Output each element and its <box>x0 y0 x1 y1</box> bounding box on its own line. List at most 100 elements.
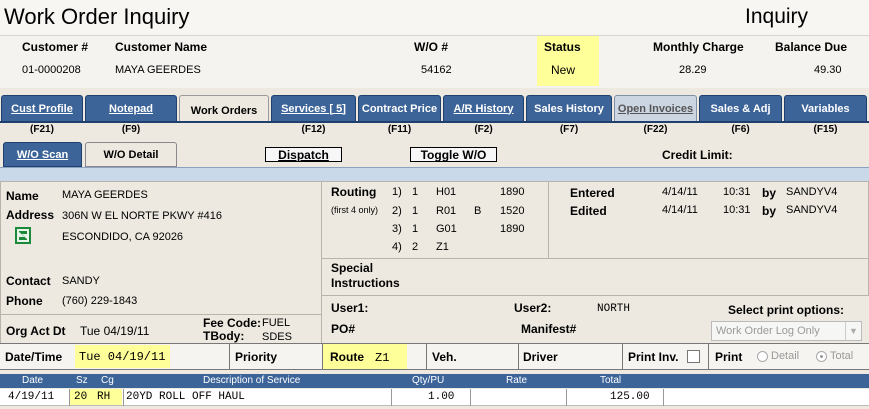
tab-contract-price[interactable]: Contract Price <box>358 95 441 122</box>
row-total: 125.00 <box>610 391 650 403</box>
fee-code-value: FUEL <box>262 317 291 329</box>
routing-row-2-flag: B <box>474 205 482 217</box>
dispatch-button[interactable]: Dispatch <box>265 147 342 162</box>
tab-services[interactable]: Services [ 5] <box>271 95 356 122</box>
monthly-charge-label: Monthly Charge <box>653 40 744 54</box>
print-label: Print <box>715 350 743 364</box>
fkey-notepad: (F9) <box>121 124 141 135</box>
user2-value: NORTH <box>597 303 631 315</box>
routing-row-3-num: 1890 <box>500 223 525 235</box>
fkey-sales-adj: (F6) <box>731 124 750 135</box>
routing-row-1-code: H01 <box>436 186 457 198</box>
subtab-wo-scan[interactable]: W/O Scan <box>3 142 82 167</box>
print-options-select[interactable]: Work Order Log Only ▼ <box>711 321 862 341</box>
col-sz[interactable]: Sz <box>76 375 88 386</box>
special-label: Special <box>331 261 374 275</box>
customer-number: 01-0000208 <box>22 64 81 76</box>
grid-header: Date Sz Cg Description of Service Qty/PU… <box>0 374 869 388</box>
fkey-ar-history: (F2) <box>474 124 493 135</box>
date-time-label: Date/Time <box>5 350 63 364</box>
entered-by-label: by <box>762 186 777 200</box>
mode-title: Inquiry <box>745 5 809 28</box>
row-date: 4/19/11 <box>8 391 55 403</box>
fkey-open-invoices: (F22) <box>643 124 668 135</box>
print-options-label: Select print options: <box>728 303 845 317</box>
toggle-wo-button[interactable]: Toggle W/O <box>410 147 497 162</box>
tab-open-invoices[interactable]: Open Invoices <box>614 95 697 122</box>
map-icon[interactable] <box>15 227 31 244</box>
print-options-value: Work Order Log Only <box>716 325 820 337</box>
edited-by-label: by <box>762 204 777 218</box>
tab-cust-profile[interactable]: Cust Profile <box>1 95 83 122</box>
col-date[interactable]: Date <box>22 375 43 386</box>
fkey-services: (F12) <box>301 124 326 135</box>
routing-row-2-code: R01 <box>436 205 457 217</box>
contact-label: Contact <box>6 274 51 288</box>
entered-by: SANDYV4 <box>786 186 838 198</box>
date-time-field[interactable]: Tue 04/19/11 <box>75 345 170 368</box>
customer-header: Customer # Customer Name W/O # Status Mo… <box>0 36 869 88</box>
routing-row-4-code: Z1 <box>436 241 449 253</box>
title-bar: Work Order Inquiry Inquiry <box>0 0 869 36</box>
routing-row-4-n: 4) <box>392 241 402 253</box>
routing-row-1-a: 1 <box>412 186 419 198</box>
divider <box>518 343 519 370</box>
tab-strip: Cust Profile Notepad Work Orders Service… <box>0 95 869 125</box>
total-radio[interactable] <box>816 351 827 362</box>
routing-label: Routing <box>331 185 377 199</box>
address-line2: ESCONDIDO, CA 92026 <box>62 231 184 243</box>
route-field[interactable]: Z1 <box>375 351 389 365</box>
customer-number-label: Customer # <box>22 40 89 54</box>
fkey-variables: (F15) <box>813 124 838 135</box>
edited-date: 4/14/11 <box>662 204 698 216</box>
org-act-value: Tue 04/19/11 <box>80 324 150 338</box>
divider <box>229 343 230 370</box>
divider <box>69 389 70 406</box>
divider <box>426 343 427 370</box>
routing-row-3-n: 3) <box>392 223 402 235</box>
fee-code-label: Fee Code: <box>203 316 262 330</box>
tab-sales-adj[interactable]: Sales & Adj <box>699 95 782 122</box>
name-value: MAYA GEERDES <box>62 189 148 201</box>
routing-row-3-code: G01 <box>436 223 457 235</box>
user2-label: User2: <box>514 301 552 315</box>
divider <box>622 343 623 370</box>
subtab-wo-detail[interactable]: W/O Detail <box>85 142 177 167</box>
priority-label: Priority <box>235 350 278 364</box>
phone-label: Phone <box>6 294 43 308</box>
balance-due-label: Balance Due <box>775 40 848 54</box>
divider <box>123 389 124 406</box>
tbody-label: TBody: <box>203 329 245 343</box>
driver-label: Driver <box>523 350 558 364</box>
user1-label: User1: <box>331 301 369 315</box>
entered-time: 10:31 <box>723 186 751 198</box>
col-qty[interactable]: Qty/PU <box>412 375 444 386</box>
col-description[interactable]: Description of Service <box>203 375 300 386</box>
po-label: PO# <box>331 322 356 336</box>
org-act-label: Org Act Dt <box>6 324 66 338</box>
tab-sales-history[interactable]: Sales History <box>526 95 612 122</box>
separator-band <box>0 167 869 181</box>
tab-variables[interactable]: Variables <box>784 95 867 122</box>
wo-number-label: W/O # <box>414 40 449 54</box>
col-cg[interactable]: Cg <box>101 375 114 386</box>
routing-row-1-n: 1) <box>392 186 402 198</box>
row-cg: RH <box>97 391 111 403</box>
print-inv-checkbox[interactable] <box>687 350 700 363</box>
wo-number: 54162 <box>421 64 452 76</box>
tbody-value: SDES <box>262 331 292 343</box>
vehicle-label: Veh. <box>432 350 457 364</box>
special-instructions-panel <box>321 258 869 296</box>
row-qty: 1.00 <box>428 391 455 403</box>
address-label: Address <box>6 208 55 222</box>
fkey-sales-history: (F7) <box>559 124 579 135</box>
row-sz: 20 <box>74 391 88 403</box>
tab-notepad[interactable]: Notepad <box>85 95 177 122</box>
detail-radio[interactable] <box>757 351 768 362</box>
status-value: New <box>551 63 576 77</box>
col-total[interactable]: Total <box>600 375 621 386</box>
col-rate[interactable]: Rate <box>506 375 527 386</box>
customer-name: MAYA GEERDES <box>115 64 201 76</box>
table-row[interactable]: 4/19/11 20 RH 20YD ROLL OFF HAUL 1.00 12… <box>0 389 869 406</box>
tab-ar-history[interactable]: A/R History <box>443 95 524 122</box>
